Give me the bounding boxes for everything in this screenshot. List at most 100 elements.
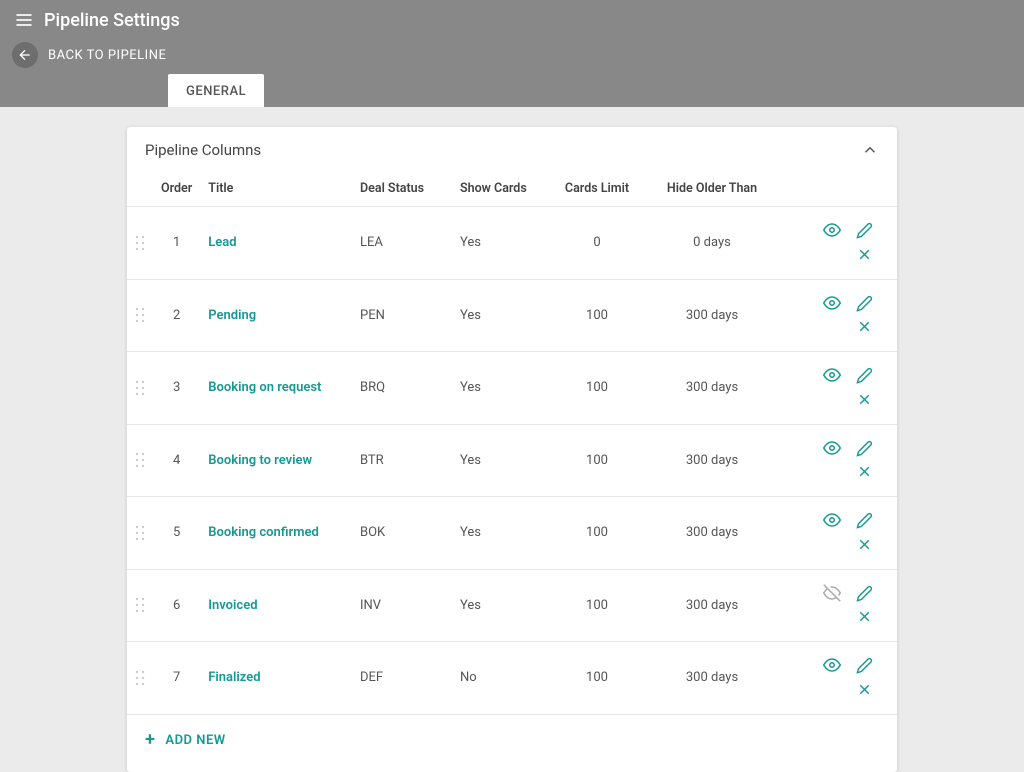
edit-button[interactable] — [853, 510, 875, 532]
close-icon — [856, 463, 873, 480]
th-show-cards: Show Cards — [452, 171, 547, 207]
columns-table: Order Title Deal Status Show Cards Cards… — [127, 171, 897, 715]
visibility-toggle[interactable] — [821, 582, 843, 604]
cards-limit-cell: 100 — [547, 642, 647, 715]
back-label[interactable]: BACK TO PIPELINE — [48, 48, 166, 63]
th-title: Title — [200, 171, 352, 207]
order-cell: 3 — [153, 352, 200, 425]
pencil-icon — [856, 657, 873, 674]
pipeline-columns-card: Pipeline Columns Order Title Deal Status… — [127, 127, 897, 772]
order-cell: 7 — [153, 642, 200, 715]
deal-status-cell: PEN — [352, 279, 452, 352]
visibility-toggle[interactable] — [821, 292, 843, 314]
pencil-icon — [856, 512, 873, 529]
close-icon — [856, 681, 873, 698]
visibility-toggle[interactable] — [821, 509, 843, 531]
show-cards-cell: Yes — [452, 569, 547, 642]
table-row: 4Booking to reviewBTRYes100300 days — [127, 424, 897, 497]
show-cards-cell: Yes — [452, 207, 547, 280]
title-link[interactable]: Booking to review — [200, 424, 352, 497]
eye-icon — [823, 511, 841, 529]
add-new-button[interactable]: + ADD NEW — [127, 715, 897, 772]
drag-handle[interactable] — [127, 207, 153, 280]
deal-status-cell: DEF — [352, 642, 452, 715]
page-title: Pipeline Settings — [44, 10, 180, 31]
th-cards-limit: Cards Limit — [547, 171, 647, 207]
drag-handle[interactable] — [127, 642, 153, 715]
pencil-icon — [856, 222, 873, 239]
eye-icon — [823, 656, 841, 674]
close-icon — [856, 391, 873, 408]
show-cards-cell: Yes — [452, 279, 547, 352]
table-row: 3Booking on requestBRQYes100300 days — [127, 352, 897, 425]
arrow-left-icon — [17, 47, 33, 63]
order-cell: 2 — [153, 279, 200, 352]
drag-handle[interactable] — [127, 424, 153, 497]
visibility-toggle[interactable] — [821, 219, 843, 241]
pencil-icon — [856, 440, 873, 457]
delete-button[interactable] — [853, 606, 875, 628]
edit-button[interactable] — [853, 437, 875, 459]
table-row: 7FinalizedDEFNo100300 days — [127, 642, 897, 715]
delete-button[interactable] — [853, 243, 875, 265]
edit-button[interactable] — [853, 365, 875, 387]
drag-handle[interactable] — [127, 497, 153, 570]
pencil-icon — [856, 295, 873, 312]
deal-status-cell: BTR — [352, 424, 452, 497]
app-header: Pipeline Settings BACK TO PIPELINE GENER… — [0, 0, 1024, 107]
delete-button[interactable] — [853, 461, 875, 483]
show-cards-cell: Yes — [452, 352, 547, 425]
delete-button[interactable] — [853, 533, 875, 555]
visibility-toggle[interactable] — [821, 364, 843, 386]
title-link[interactable]: Booking confirmed — [200, 497, 352, 570]
table-row: 1LeadLEAYes00 days — [127, 207, 897, 280]
back-button[interactable] — [12, 42, 38, 68]
visibility-toggle[interactable] — [821, 654, 843, 676]
th-order: Order — [153, 171, 200, 207]
close-icon — [856, 318, 873, 335]
title-link[interactable]: Pending — [200, 279, 352, 352]
table-row: 6InvoicedINVYes100300 days — [127, 569, 897, 642]
title-link[interactable]: Invoiced — [200, 569, 352, 642]
order-cell: 4 — [153, 424, 200, 497]
delete-button[interactable] — [853, 678, 875, 700]
hide-older-cell: 300 days — [647, 569, 777, 642]
delete-button[interactable] — [853, 388, 875, 410]
title-link[interactable]: Finalized — [200, 642, 352, 715]
th-deal-status: Deal Status — [352, 171, 452, 207]
pencil-icon — [856, 585, 873, 602]
deal-status-cell: BOK — [352, 497, 452, 570]
cards-limit-cell: 0 — [547, 207, 647, 280]
delete-button[interactable] — [853, 316, 875, 338]
cards-limit-cell: 100 — [547, 497, 647, 570]
title-link[interactable]: Booking on request — [200, 352, 352, 425]
eye-icon — [823, 366, 841, 384]
close-icon — [856, 608, 873, 625]
drag-handle[interactable] — [127, 279, 153, 352]
show-cards-cell: Yes — [452, 497, 547, 570]
cards-limit-cell: 100 — [547, 569, 647, 642]
title-link[interactable]: Lead — [200, 207, 352, 280]
show-cards-cell: Yes — [452, 424, 547, 497]
close-icon — [856, 246, 873, 263]
edit-button[interactable] — [853, 582, 875, 604]
deal-status-cell: BRQ — [352, 352, 452, 425]
edit-button[interactable] — [853, 220, 875, 242]
hide-older-cell: 300 days — [647, 352, 777, 425]
eye-icon — [823, 294, 841, 312]
collapse-toggle[interactable] — [861, 141, 879, 159]
hide-older-cell: 300 days — [647, 279, 777, 352]
add-new-label: ADD NEW — [165, 733, 225, 748]
edit-button[interactable] — [853, 655, 875, 677]
hide-older-cell: 0 days — [647, 207, 777, 280]
th-hide-older: Hide Older Than — [647, 171, 777, 207]
drag-handle[interactable] — [127, 569, 153, 642]
hide-older-cell: 300 days — [647, 424, 777, 497]
edit-button[interactable] — [853, 292, 875, 314]
drag-handle[interactable] — [127, 352, 153, 425]
visibility-toggle[interactable] — [821, 437, 843, 459]
order-cell: 6 — [153, 569, 200, 642]
menu-button[interactable] — [12, 8, 36, 32]
tab-general[interactable]: GENERAL — [168, 74, 264, 107]
order-cell: 1 — [153, 207, 200, 280]
